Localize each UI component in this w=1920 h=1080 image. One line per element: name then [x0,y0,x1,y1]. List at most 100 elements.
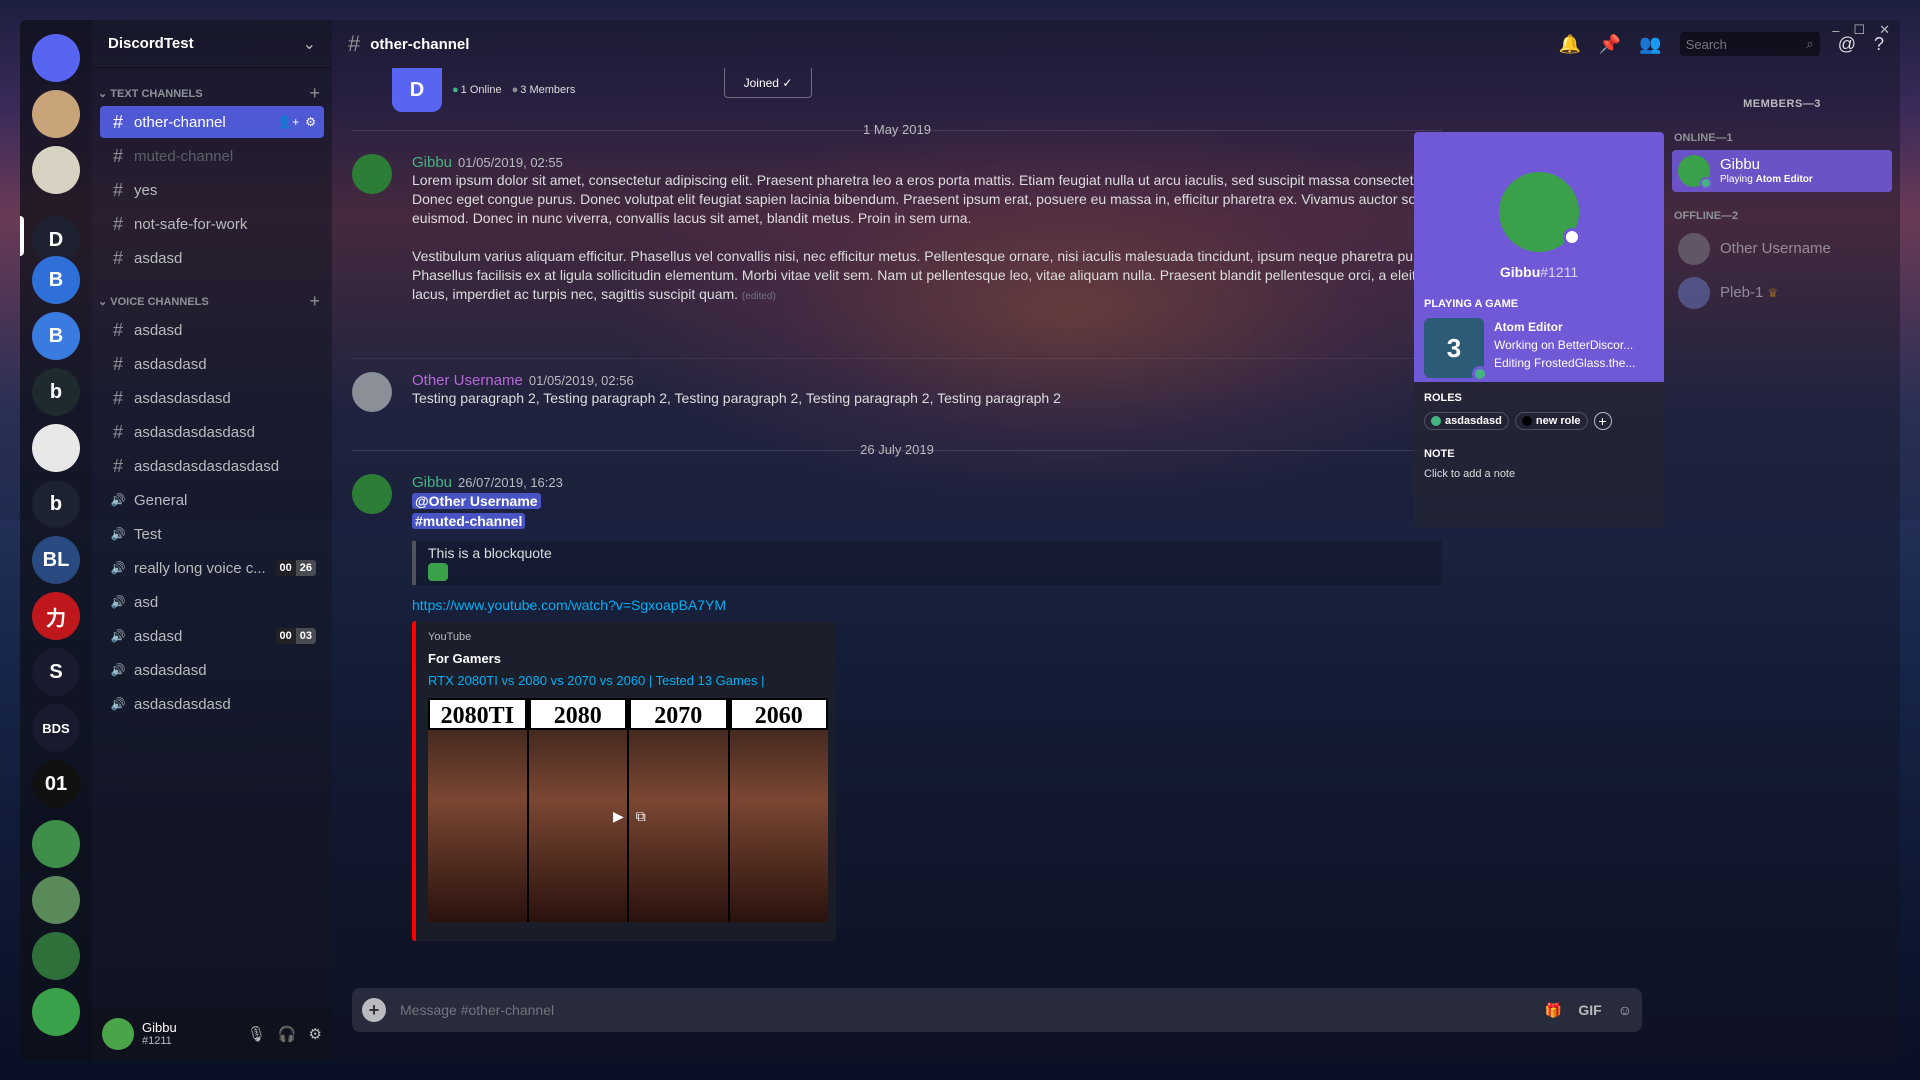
guild-15[interactable] [32,876,80,924]
avatar[interactable] [1499,172,1581,252]
add-role-button[interactable]: + [1593,412,1612,430]
guild-7[interactable] [32,424,80,472]
avatar[interactable] [352,154,392,194]
server-header[interactable]: DiscordTest ⌄ [92,20,332,68]
text-channels-category[interactable]: ⌄ Text Channels + [92,82,332,104]
user-mention[interactable]: @Other Username [412,493,541,509]
voice-channel-item[interactable]: 🔊 asdasdasdasd [100,688,324,720]
guild-12[interactable]: BDS [32,704,80,752]
message-line: Phasellus facilisis ex at ligula sollici… [412,267,1416,283]
offline-header: OFFLINE—2 [1674,210,1739,222]
speaker-icon: 🔊 [110,697,126,711]
headphones-icon[interactable]: 🎧 [278,1025,297,1043]
channel-item[interactable]: # other-channel 👤+ ⚙ [100,106,324,138]
channel-label: really long voice c... [134,559,266,577]
guild-4[interactable]: B [32,256,80,304]
gear-icon[interactable]: ⚙ [305,115,316,129]
embed-title[interactable]: RTX 2080TI vs 2080 vs 2070 vs 2060 | Tes… [428,673,824,688]
guild-2[interactable] [32,146,80,194]
voice-channel-item[interactable]: 🔊 Test [100,518,324,550]
voice-channel-item[interactable]: # asdasdasdasdasdasd [100,450,324,482]
guild-1[interactable] [32,90,80,138]
upload-plus-icon[interactable]: + [362,998,386,1022]
avatar[interactable] [352,372,392,412]
member-item[interactable]: Other Username [1672,228,1892,270]
guild-10[interactable]: 力 [32,592,80,640]
message-author[interactable]: Other Username [412,372,523,389]
voice-channel-item[interactable]: # asdasdasd [100,348,324,380]
video-thumbnail[interactable]: 2080TI 2080 2070 2060 ▶ ⧉ [428,698,828,922]
channel-item[interactable]: # asdasd [100,242,324,274]
voice-channel-item[interactable]: # asdasd [100,314,324,346]
voice-channel-item[interactable]: 🔊 asdasd 00 03 [100,620,324,652]
joined-button[interactable]: Joined ✓ [724,68,812,98]
youtube-link[interactable]: https://www.youtube.com/watch?v=SgxoapBA… [412,597,1442,613]
channel-label: General [134,491,188,509]
channel-item[interactable]: # not-safe-for-work [100,208,324,240]
invite-icon[interactable]: 👤+ [277,115,299,129]
voice-channel-item[interactable]: # asdasdasdasd [100,382,324,414]
avatar[interactable] [352,474,392,514]
guild-label: B [48,324,64,347]
hash-icon: # [112,387,123,408]
message-author[interactable]: Gibbu [412,154,452,171]
guild-8[interactable]: b [32,480,80,528]
pin-icon[interactable]: 📌 [1599,34,1621,55]
guild-5[interactable]: B [32,312,80,360]
guild-9[interactable]: BL [32,536,80,584]
channel-header: # other-channel 🔔 📌 👥 Search ⌕ @ ? [332,20,1900,68]
popout-tag: #1211 [1540,264,1579,280]
member-item[interactable]: Gibbu Playing Atom Editor [1672,150,1892,192]
search-input[interactable]: Search ⌕ [1679,32,1820,56]
channel-item[interactable]: # muted-channel [100,140,324,172]
voice-channel-item[interactable]: 🔊 asdasdasd [100,654,324,686]
channel-item[interactable]: # yes [100,174,324,206]
thumb-panel: 2080TI [428,698,527,922]
add-channel-icon[interactable]: + [309,291,320,312]
playing-header: Playing a game [1424,298,1519,310]
voice-channel-item[interactable]: 🔊 asd [100,586,324,618]
members-dot-icon: ● [511,84,519,96]
guild-11[interactable]: S [32,648,80,696]
speaker-icon: 🔊 [110,561,126,575]
discord-home[interactable] [32,34,80,82]
role-badge[interactable]: new role [1514,412,1588,430]
gear-icon[interactable]: ⚙ [309,1025,322,1043]
microphone-icon[interactable]: 🎙 [247,1025,266,1043]
mention-icon[interactable]: @ [1838,34,1856,55]
emoji-icon[interactable]: ☺ [1618,1002,1632,1019]
guild-14[interactable] [32,820,80,868]
voice-channels-category[interactable]: ⌄ Voice Channels + [92,290,332,312]
members-icon[interactable]: 👥 [1639,34,1661,55]
chevron-down-icon[interactable]: ⌄ [303,34,316,54]
help-icon[interactable]: ? [1874,34,1884,55]
embed-author[interactable]: For Gamers [428,651,824,666]
message-author[interactable]: Gibbu [412,474,452,491]
guild-6[interactable]: b [32,368,80,416]
guild-17[interactable] [32,988,80,1036]
message-content: Lorem ipsum dolor sit amet, consectetur … [412,171,1442,306]
note-field[interactable]: Click to add a note [1424,468,1654,480]
member-item[interactable]: Pleb-1 ♛ [1672,272,1892,314]
guild-13[interactable]: 01 [32,760,80,808]
role-badge[interactable]: asdasdasd [1424,412,1509,430]
voice-channel-item[interactable]: 🔊 really long voice c... 00 26 [100,552,324,584]
play-icon[interactable]: ▶ [613,808,624,830]
guild-label: D [48,228,64,251]
voice-channel-item[interactable]: 🔊 General [100,484,324,516]
gift-icon[interactable]: 🎁 [1545,1002,1562,1019]
add-channel-icon[interactable]: + [309,83,320,104]
voice-user-count: 00 03 [275,628,316,644]
bell-icon[interactable]: 🔔 [1558,34,1580,55]
channel-label: asdasdasdasd [134,695,231,713]
gif-icon[interactable]: GIF [1578,1002,1601,1019]
voice-channel-item[interactable]: # asdasdasdasdasd [100,416,324,448]
guild-16[interactable] [32,932,80,980]
open-external-icon[interactable]: ⧉ [636,808,646,830]
embed-provider: YouTube [428,631,472,643]
blockquote-text: This is a blockquote [428,545,552,561]
channel-mention[interactable]: #muted-channel [412,513,526,529]
message-input[interactable]: + Message #other-channel 🎁 GIF ☺ [352,988,1642,1032]
thumb-label: 2080 [528,698,627,730]
avatar[interactable] [102,1018,134,1050]
